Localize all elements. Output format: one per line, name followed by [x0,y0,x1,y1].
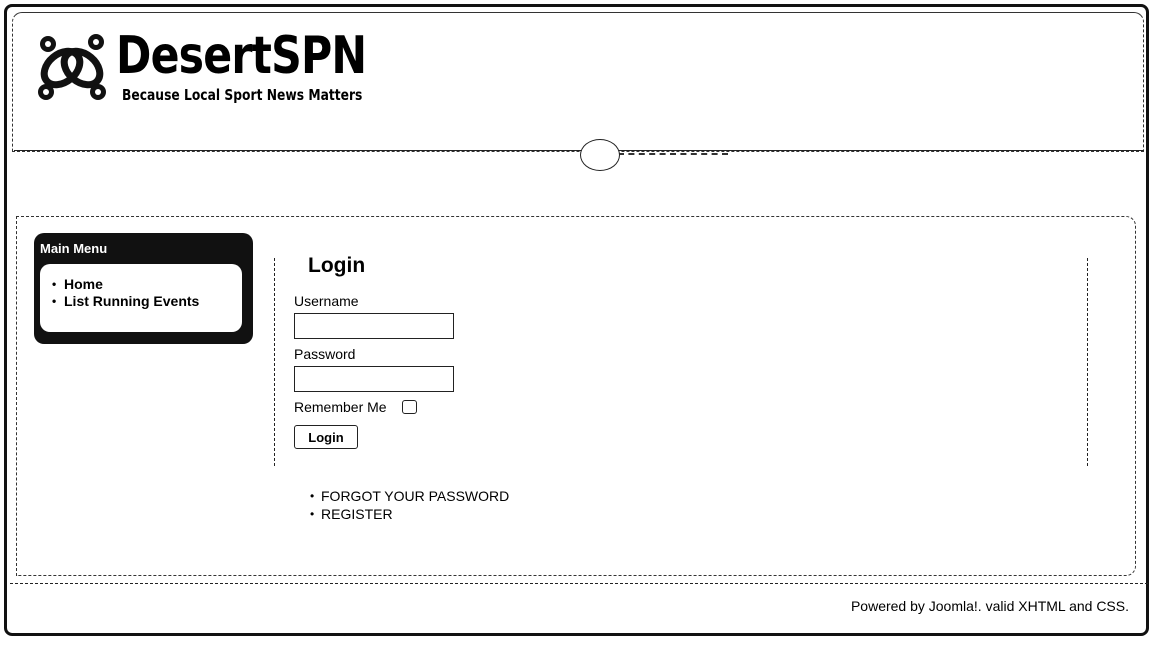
login-panel [274,258,1088,466]
footer-text: Powered by Joomla!. valid XHTML and CSS. [850,598,1129,614]
site-title[interactable]: DesertSPN [116,26,367,86]
chain-links-logo-icon[interactable] [34,30,114,106]
login-links: FORGOT YOUR PASSWORD REGISTER [310,487,509,523]
remember-me-label: Remember Me [294,399,387,415]
site-tagline: Because Local Sport News Matters [122,86,363,104]
register-link[interactable]: REGISTER [310,505,509,523]
username-label: Username [294,293,359,309]
password-label: Password [294,346,356,362]
password-input[interactable] [294,366,454,392]
main-menu-body: Home List Running Events [40,264,242,332]
username-input[interactable] [294,313,454,339]
main-menu-list: Home List Running Events [40,264,242,310]
login-button[interactable]: Login [294,425,358,449]
menu-item-home[interactable]: Home [52,276,242,293]
header-divider [14,150,1144,151]
login-heading: Login [308,254,366,277]
header-ornament [580,139,620,171]
menu-item-list-running-events[interactable]: List Running Events [52,293,242,310]
header-ornament-line [618,153,728,155]
main-menu-title: Main Menu [40,241,108,256]
forgot-password-link[interactable]: FORGOT YOUR PASSWORD [310,487,509,505]
main-menu: Main Menu Home List Running Events [34,233,253,344]
remember-me-checkbox[interactable] [402,400,417,414]
footer-divider [10,583,1148,584]
